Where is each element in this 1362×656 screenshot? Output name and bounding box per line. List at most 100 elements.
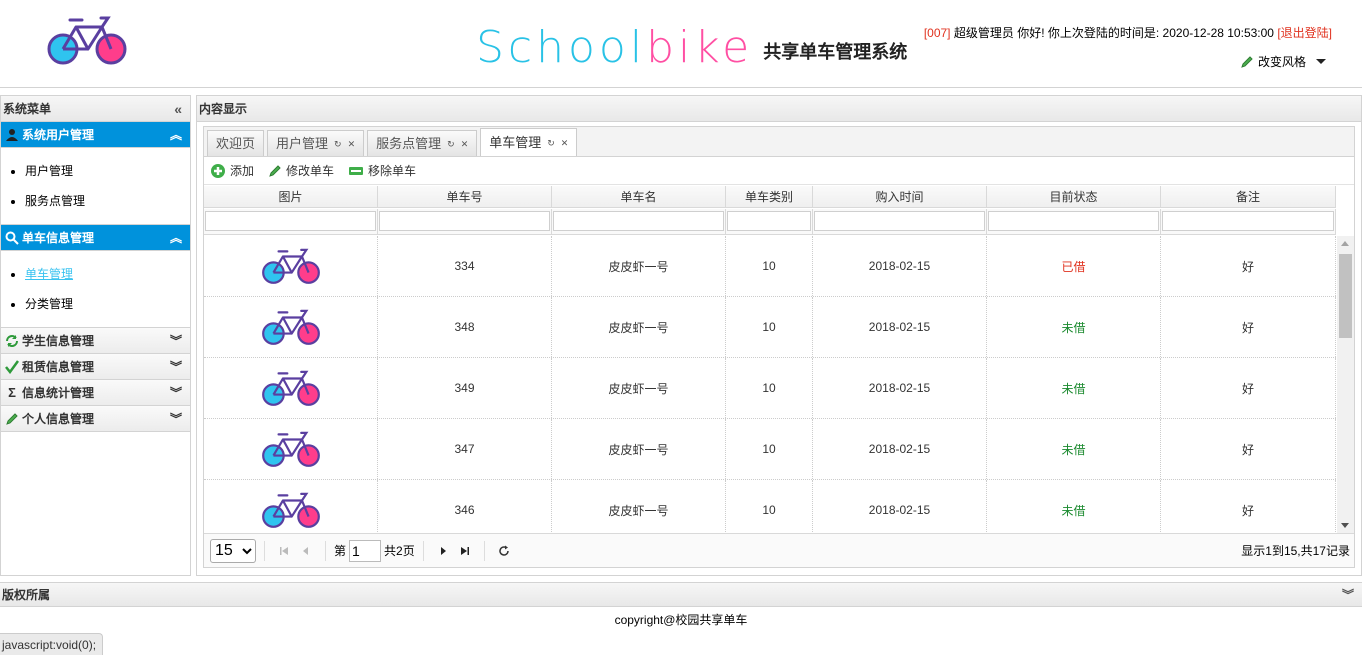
column-header-bike-type[interactable]: 单车类别 [726, 186, 813, 207]
sidebar-group-bike-info[interactable]: 单车信息管理 ︽ [1, 225, 190, 251]
pencil-icon [1241, 55, 1253, 68]
cell-bike-no: 346 [378, 480, 552, 533]
edit-bike-button[interactable]: 修改单车 [268, 162, 334, 179]
page-number-input[interactable] [349, 539, 382, 562]
column-header-bike-name[interactable]: 单车名 [552, 186, 726, 207]
cell-bike-type: 10 [726, 297, 813, 357]
check-icon [5, 359, 19, 374]
remove-bike-button[interactable]: 移除单车 [348, 162, 416, 179]
minus-icon [349, 166, 364, 175]
table-row[interactable]: 349 皮皮虾一号 10 2018-02-15 未借好 [204, 358, 1336, 419]
tab-service-points[interactable]: 服务点管理 ↻ ✕ [367, 130, 478, 156]
cell-status: 已借 [987, 236, 1161, 296]
grid-filter-row [204, 209, 1336, 235]
sidebar-group-user-mgmt[interactable]: 系统用户管理 ︽ [1, 122, 190, 148]
divider [325, 540, 326, 561]
refresh-tab-icon[interactable]: ↻ [334, 132, 342, 156]
refresh-tab-icon[interactable]: ↻ [547, 131, 555, 155]
grid-scrollbar[interactable] [1337, 236, 1354, 533]
cell-bike-no: 349 [378, 358, 552, 418]
sidebar-group-personal-info[interactable]: 个人信息管理 ︾ [1, 406, 190, 432]
bike-image [204, 419, 378, 479]
table-row[interactable]: 348 皮皮虾一号 10 2018-02-15 未借好 [204, 297, 1336, 358]
divider [483, 540, 485, 561]
user-info: [007] 超级管理员 你好! 你上次登陆的时间是: 2020-12-28 10… [924, 24, 1332, 41]
sidebar-item-service-points[interactable]: 服务点管理 [25, 186, 190, 216]
cell-purchase-date: 2018-02-15 [813, 419, 987, 479]
cell-purchase-date: 2018-02-15 [813, 297, 987, 357]
add-button[interactable]: 添加 [210, 162, 254, 179]
chevron-down-icon: ︾ [169, 386, 182, 400]
table-row[interactable]: 346 皮皮虾一号 10 2018-02-15 未借好 [204, 480, 1336, 533]
scroll-up-arrow-icon[interactable] [1341, 241, 1349, 246]
change-style-label: 改变风格 [1257, 55, 1306, 69]
column-header-remark[interactable]: 备注 [1161, 186, 1336, 207]
close-icon[interactable]: ✕ [461, 132, 469, 156]
sidebar-group-statistics[interactable]: Σ 信息统计管理 ︾ [1, 380, 190, 406]
filter-bike-type-input[interactable] [727, 211, 811, 231]
content-title: 内容显示 [197, 96, 1361, 122]
filter-purchase-date-input[interactable] [814, 211, 985, 231]
cell-bike-no: 334 [378, 236, 552, 296]
scroll-down-arrow-icon[interactable] [1341, 523, 1349, 528]
sigma-icon: Σ [8, 384, 16, 400]
tab-user-manage[interactable]: 用户管理 ↻ ✕ [267, 130, 365, 156]
plus-icon [211, 163, 225, 178]
reload-icon[interactable] [493, 541, 515, 561]
sidebar-item-bike-manage[interactable]: 单车管理 [25, 259, 190, 289]
logout-link[interactable]: [退出登陆] [1277, 26, 1332, 40]
chevron-up-icon: ︽ [169, 128, 182, 142]
cell-remark: 好 [1161, 297, 1336, 357]
cell-status: 未借 [987, 358, 1161, 418]
filter-remark-input[interactable] [1162, 211, 1334, 231]
pencil-icon [269, 164, 281, 177]
column-header-bike-no[interactable]: 单车号 [378, 186, 552, 207]
filter-status-input[interactable] [988, 211, 1159, 231]
filter-bike-name-input[interactable] [553, 211, 724, 231]
sidebar-item-user-manage[interactable]: 用户管理 [25, 156, 190, 186]
refresh-tab-icon[interactable]: ↻ [447, 132, 455, 156]
chevron-down-icon[interactable]: ︾ [1342, 583, 1354, 607]
last-page-icon[interactable] [454, 541, 476, 561]
table-row[interactable]: 347 皮皮虾一号 10 2018-02-15 未借好 [204, 419, 1336, 480]
cell-bike-name: 皮皮虾一号 [552, 358, 726, 418]
tab-bike-manage[interactable]: 单车管理 ↻ ✕ [480, 128, 578, 156]
close-icon[interactable]: ✕ [561, 131, 569, 155]
user-id: [007] [923, 26, 951, 40]
close-icon[interactable]: ✕ [348, 132, 356, 156]
chevron-down-icon: ︾ [169, 360, 182, 374]
column-header-purchase-date[interactable]: 购入时间 [813, 186, 987, 207]
prev-page-icon[interactable] [295, 541, 317, 561]
cell-bike-type: 10 [726, 419, 813, 479]
cell-bike-name: 皮皮虾一号 [552, 297, 726, 357]
grid-body: 334 皮皮虾一号 10 2018-02-15 已借好 348 皮皮虾一号 10 2018-02… [204, 236, 1336, 533]
page-prefix: 第 [334, 544, 347, 558]
filter-bike-no-input[interactable] [379, 211, 550, 231]
scroll-thumb[interactable] [1339, 254, 1352, 338]
change-style-dropdown[interactable]: 改变风格 [1240, 53, 1326, 70]
cell-purchase-date: 2018-02-15 [813, 236, 987, 296]
sidebar-group-student-info[interactable]: 学生信息管理 ︾ [1, 328, 190, 354]
filter-cell [378, 209, 552, 234]
filter-image-input[interactable] [205, 211, 376, 231]
page-size-select[interactable]: 15 [210, 538, 256, 563]
first-page-icon[interactable] [273, 541, 295, 561]
filter-cell [813, 209, 987, 234]
filter-cell [987, 209, 1161, 234]
cell-bike-type: 10 [726, 358, 813, 418]
divider [422, 540, 424, 561]
column-header-image[interactable]: 图片 [204, 186, 378, 207]
cell-bike-name: 皮皮虾一号 [552, 480, 726, 533]
cell-bike-no: 348 [378, 297, 552, 357]
next-page-icon[interactable] [432, 541, 454, 561]
tab-welcome[interactable]: 欢迎页 [207, 130, 265, 156]
sidebar-item-category-manage[interactable]: 分类管理 [25, 289, 190, 319]
chevron-down-icon: ︾ [169, 334, 182, 348]
cell-remark: 好 [1161, 419, 1336, 479]
collapse-left-icon[interactable]: « [174, 96, 182, 122]
column-header-status[interactable]: 目前状态 [987, 186, 1161, 207]
sidebar-group-rental-info[interactable]: 租赁信息管理 ︾ [1, 354, 190, 380]
copyright-text: copyright@校园共享单车 [614, 613, 748, 627]
tab-container: 欢迎页 用户管理 ↻ ✕ 服务点管理 ↻ ✕ 单车管理 ↻ ✕ 添加 修改单车 … [203, 126, 1355, 568]
table-row[interactable]: 334 皮皮虾一号 10 2018-02-15 已借好 [204, 236, 1336, 297]
